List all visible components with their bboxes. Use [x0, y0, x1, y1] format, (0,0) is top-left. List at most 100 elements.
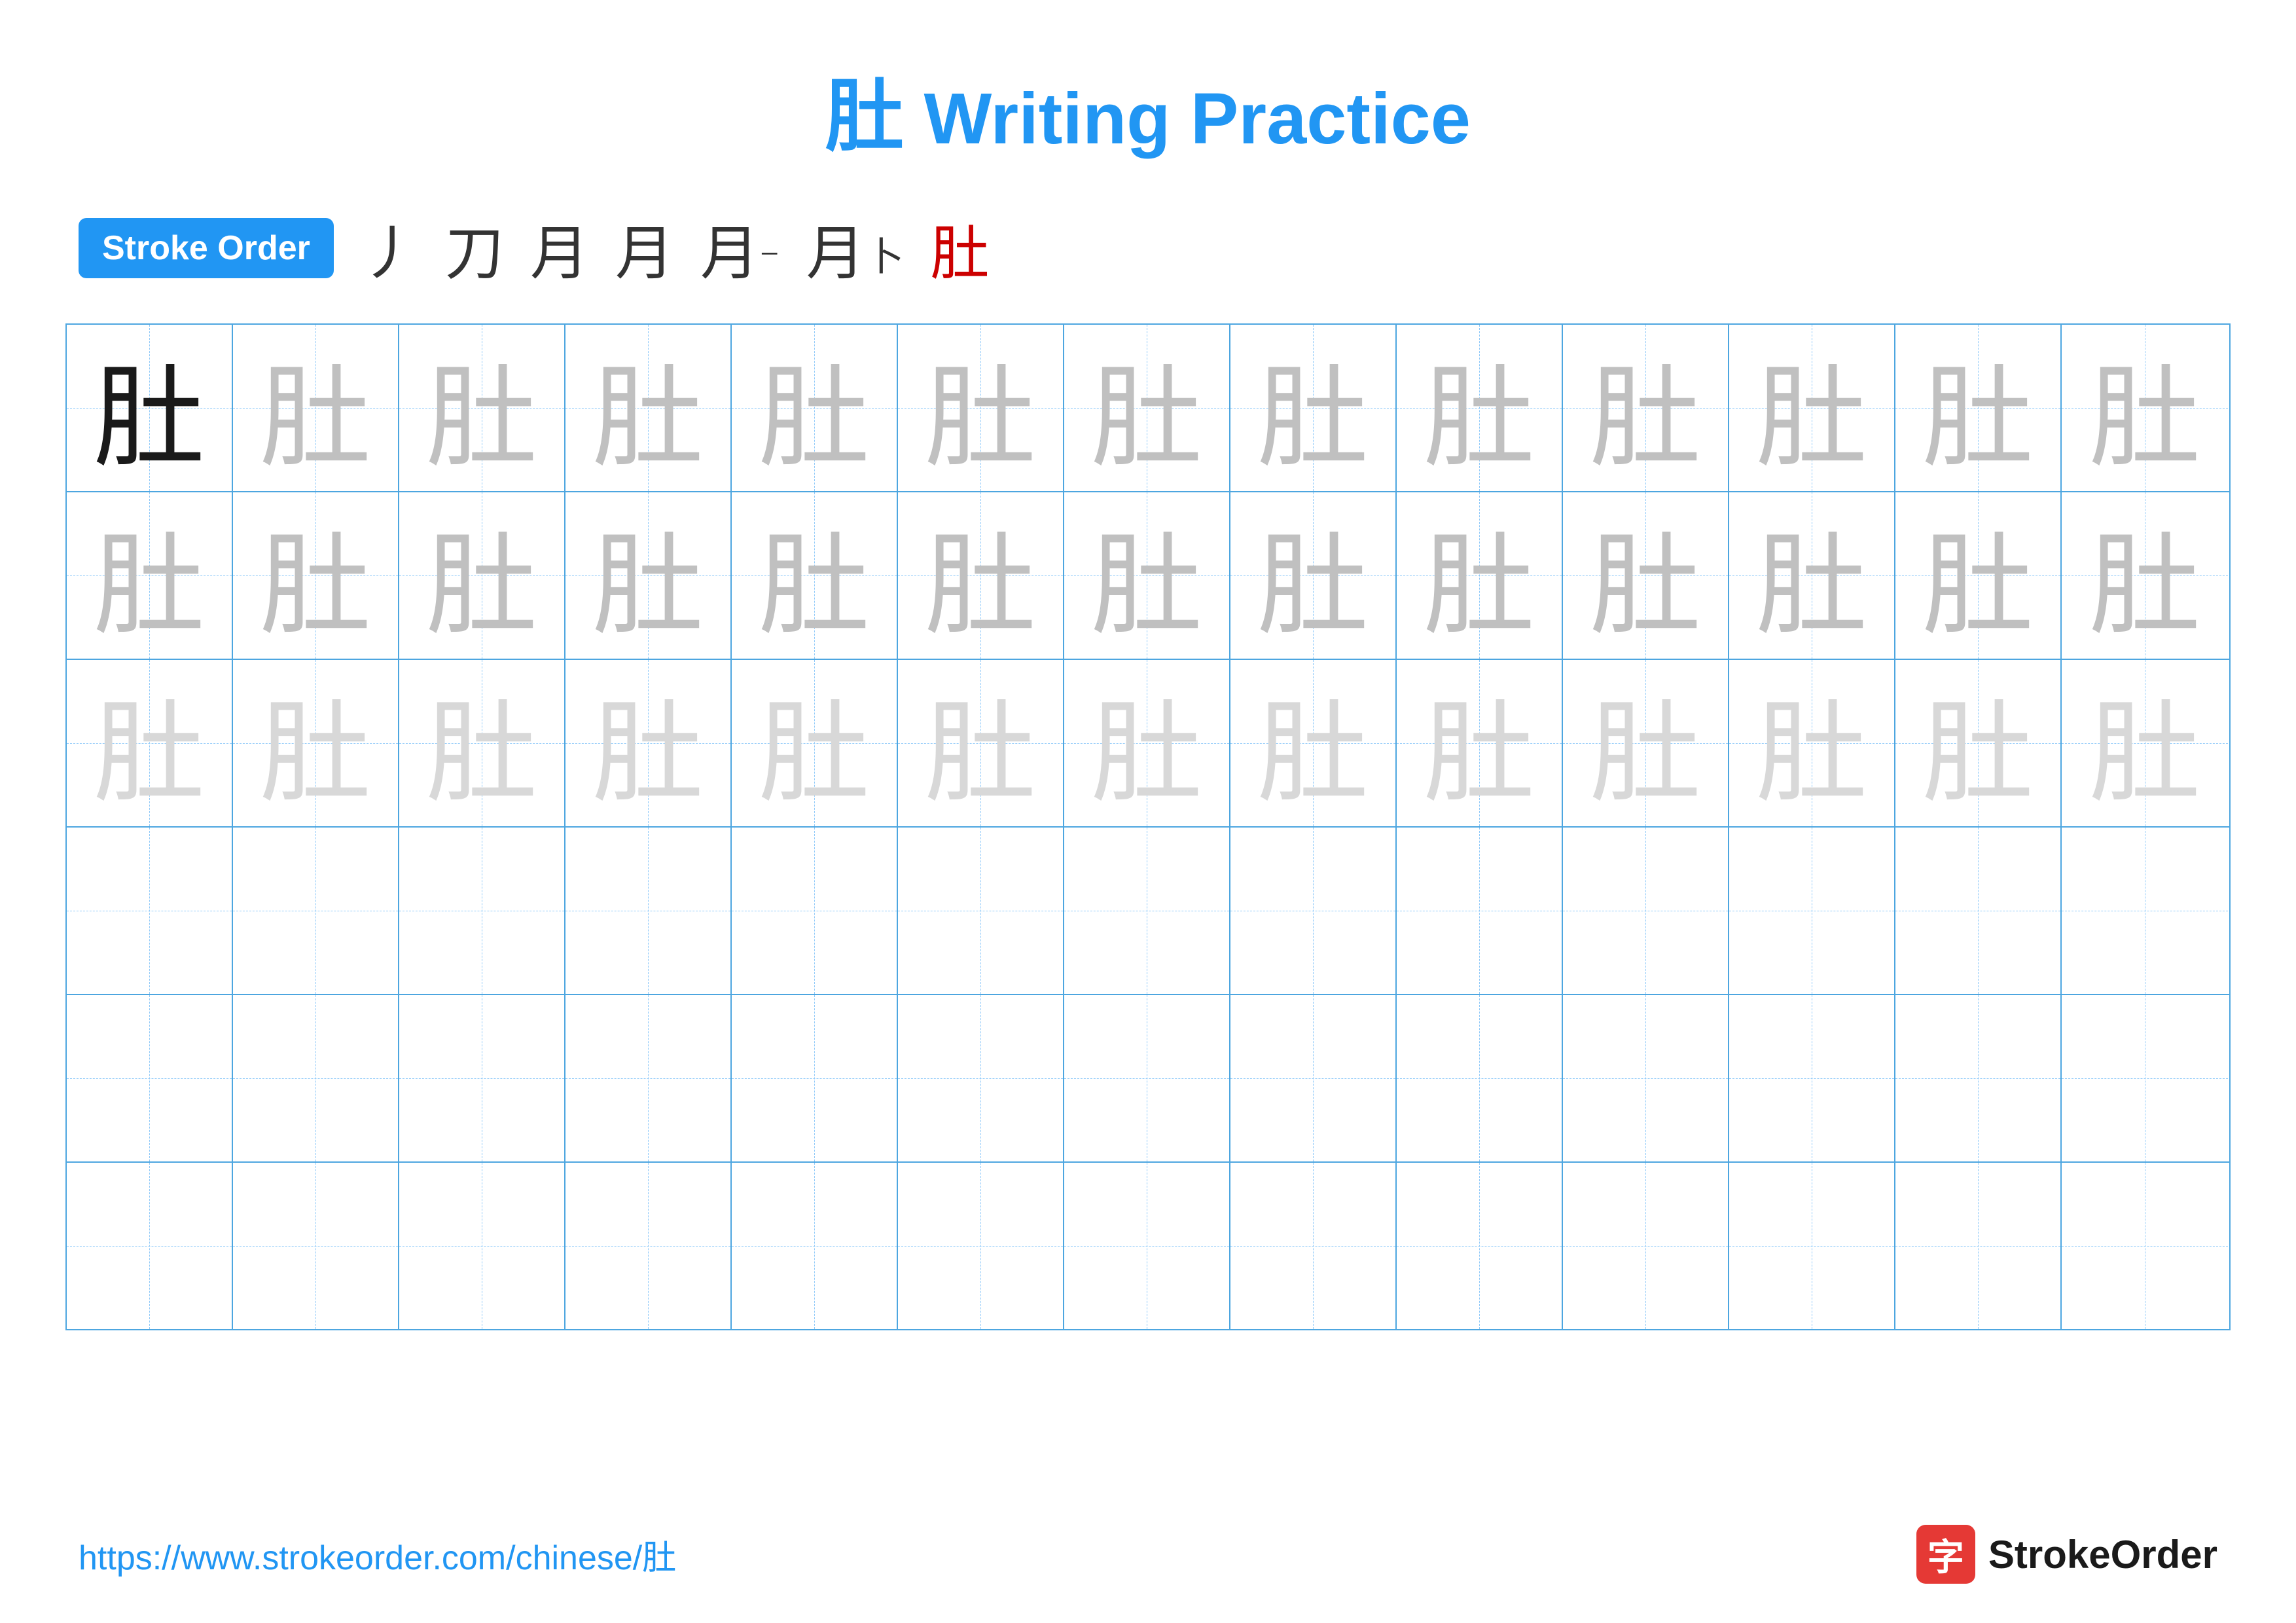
grid-cell-3-7: 肚 [1064, 660, 1230, 826]
grid-cell-3-11: 肚 [1729, 660, 1895, 826]
grid-cell-2-6: 肚 [898, 492, 1064, 659]
grid-cell-2-3: 肚 [399, 492, 565, 659]
grid-cell-3-5: 肚 [732, 660, 898, 826]
cell-char: 肚 [1091, 327, 1202, 488]
grid-cell-1-12: 肚 [1895, 325, 2062, 491]
grid-cell-2-1: 肚 [67, 492, 233, 659]
cell-char: 肚 [1590, 663, 1701, 824]
grid-cell-4-1 [67, 828, 233, 994]
grid-cell-3-6: 肚 [898, 660, 1064, 826]
cell-char: 肚 [426, 327, 537, 488]
grid-cell-5-5 [732, 995, 898, 1161]
cell-char: 肚 [1922, 663, 2034, 824]
cell-char: 肚 [2089, 495, 2200, 656]
grid-cell-1-11: 肚 [1729, 325, 1895, 491]
practice-grid: 肚 肚 肚 肚 肚 肚 肚 肚 肚 肚 肚 肚 肚 肚 肚 肚 肚 肚 肚 肚 … [65, 323, 2231, 1330]
stroke-step-7: 肚 [931, 206, 990, 291]
grid-cell-6-5 [732, 1163, 898, 1329]
cell-char: 肚 [1424, 327, 1535, 488]
grid-cell-4-13 [2062, 828, 2228, 994]
grid-cell-2-11: 肚 [1729, 492, 1895, 659]
grid-cell-4-4 [565, 828, 732, 994]
cell-char: 肚 [592, 663, 704, 824]
cell-char: 肚 [1590, 495, 1701, 656]
grid-cell-1-10: 肚 [1563, 325, 1729, 491]
cell-char: 肚 [94, 327, 205, 488]
grid-cell-6-2 [233, 1163, 399, 1329]
grid-cell-6-7 [1064, 1163, 1230, 1329]
grid-cell-5-3 [399, 995, 565, 1161]
grid-cell-1-3: 肚 [399, 325, 565, 491]
grid-cell-6-10 [1563, 1163, 1729, 1329]
grid-cell-2-7: 肚 [1064, 492, 1230, 659]
grid-cell-6-6 [898, 1163, 1064, 1329]
cell-char: 肚 [759, 327, 870, 488]
stroke-step-6: 月卜 [806, 206, 905, 291]
cell-char: 肚 [925, 663, 1036, 824]
grid-row-5 [67, 995, 2229, 1163]
stroke-order-badge: Stroke Order [79, 218, 334, 278]
cell-char: 肚 [94, 495, 205, 656]
grid-cell-2-2: 肚 [233, 492, 399, 659]
stroke-step-1: 丿 [360, 206, 419, 291]
grid-cell-3-4: 肚 [565, 660, 732, 826]
cell-char: 肚 [759, 663, 870, 824]
footer: https://www.strokeorder.com/chinese/肚 字 … [0, 1525, 2296, 1584]
cell-char: 肚 [925, 327, 1036, 488]
cell-char: 肚 [1922, 495, 2034, 656]
page-title: 肚 Writing Practice [0, 0, 2296, 166]
grid-cell-6-1 [67, 1163, 233, 1329]
footer-logo-text: StrokeOrder [1988, 1532, 2217, 1577]
cell-char: 肚 [1424, 663, 1535, 824]
grid-cell-5-6 [898, 995, 1064, 1161]
cell-char: 肚 [1756, 663, 1867, 824]
grid-cell-4-9 [1397, 828, 1563, 994]
stroke-step-5: 月⁻ [700, 206, 780, 291]
grid-cell-3-2: 肚 [233, 660, 399, 826]
cell-char: 肚 [260, 495, 371, 656]
footer-logo: 字 StrokeOrder [1916, 1525, 2217, 1584]
stroke-step-4: 月 [615, 206, 674, 291]
cell-char: 肚 [925, 495, 1036, 656]
grid-cell-4-12 [1895, 828, 2062, 994]
cell-char: 肚 [1091, 663, 1202, 824]
footer-url: https://www.strokeorder.com/chinese/肚 [79, 1530, 676, 1579]
grid-cell-1-13: 肚 [2062, 325, 2228, 491]
grid-cell-2-12: 肚 [1895, 492, 2062, 659]
grid-cell-5-4 [565, 995, 732, 1161]
grid-row-1: 肚 肚 肚 肚 肚 肚 肚 肚 肚 肚 肚 肚 肚 [67, 325, 2229, 492]
grid-cell-5-2 [233, 995, 399, 1161]
grid-cell-4-5 [732, 828, 898, 994]
grid-cell-3-10: 肚 [1563, 660, 1729, 826]
grid-cell-1-8: 肚 [1230, 325, 1397, 491]
grid-cell-5-12 [1895, 995, 2062, 1161]
grid-cell-5-9 [1397, 995, 1563, 1161]
grid-cell-5-1 [67, 995, 233, 1161]
grid-cell-1-6: 肚 [898, 325, 1064, 491]
footer-logo-icon: 字 [1916, 1525, 1975, 1584]
grid-cell-5-7 [1064, 995, 1230, 1161]
grid-row-4 [67, 828, 2229, 995]
cell-char: 肚 [426, 663, 537, 824]
grid-cell-3-8: 肚 [1230, 660, 1397, 826]
grid-cell-1-4: 肚 [565, 325, 732, 491]
grid-cell-3-12: 肚 [1895, 660, 2062, 826]
grid-cell-4-2 [233, 828, 399, 994]
grid-cell-1-7: 肚 [1064, 325, 1230, 491]
grid-row-2: 肚 肚 肚 肚 肚 肚 肚 肚 肚 肚 肚 肚 肚 [67, 492, 2229, 660]
cell-char: 肚 [1756, 495, 1867, 656]
grid-cell-5-10 [1563, 995, 1729, 1161]
cell-char: 肚 [1257, 327, 1369, 488]
grid-cell-6-9 [1397, 1163, 1563, 1329]
grid-cell-5-11 [1729, 995, 1895, 1161]
cell-char: 肚 [1424, 495, 1535, 656]
cell-char: 肚 [759, 495, 870, 656]
grid-cell-1-5: 肚 [732, 325, 898, 491]
grid-cell-2-5: 肚 [732, 492, 898, 659]
grid-row-6 [67, 1163, 2229, 1329]
grid-cell-2-13: 肚 [2062, 492, 2228, 659]
grid-cell-2-10: 肚 [1563, 492, 1729, 659]
grid-cell-5-13 [2062, 995, 2228, 1161]
grid-cell-4-8 [1230, 828, 1397, 994]
cell-char: 肚 [1091, 495, 1202, 656]
